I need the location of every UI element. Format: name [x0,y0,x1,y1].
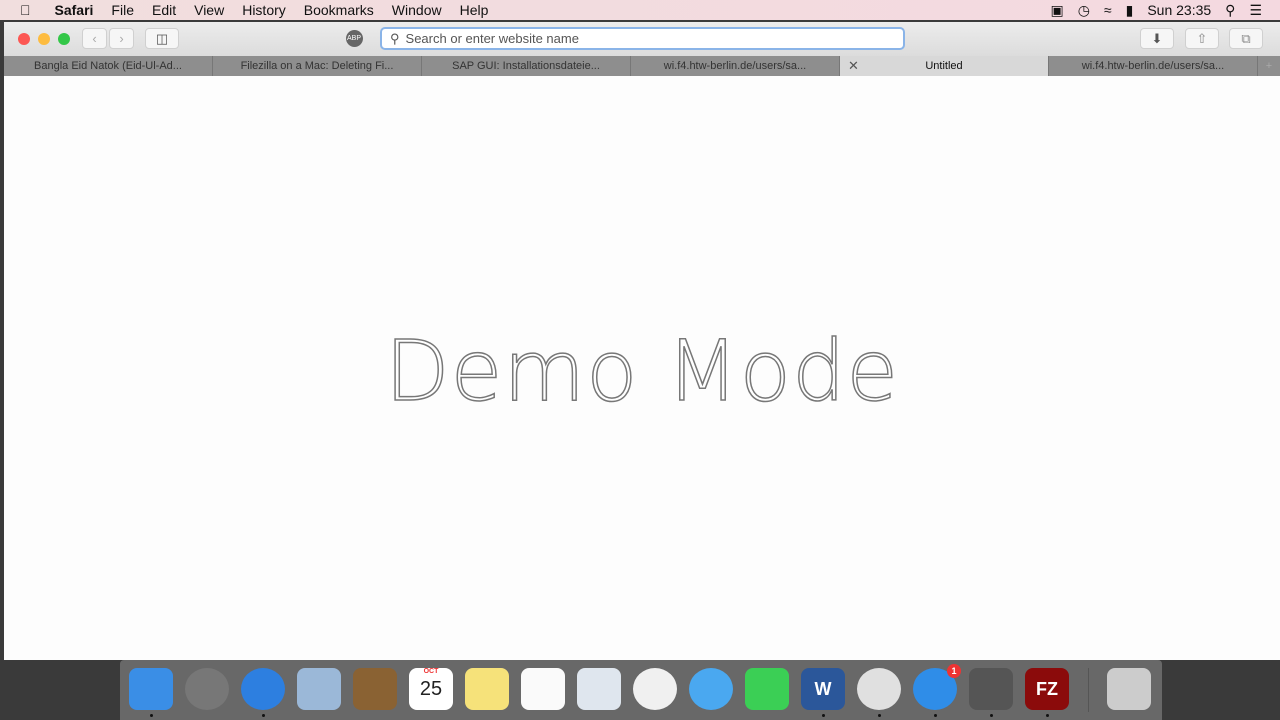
tab-bar: Bangla Eid Natok (Eid-Ul-Ad... Filezilla… [4,56,1280,76]
dock-icon-label: W [814,678,832,699]
tab-label: wi.f4.htw-berlin.de/users/sa... [1081,60,1225,72]
tab-label: SAP GUI: Installationsdateie... [452,60,600,72]
tabs-overview-icon[interactable]: ⧉ [1229,28,1263,49]
dock-icon-label: 25 [419,677,443,700]
close-window-button[interactable] [18,33,30,45]
dock-contacts-icon[interactable] [353,668,397,710]
running-indicator [934,714,937,717]
running-indicator [990,714,993,717]
back-button[interactable]: ‹ [82,28,107,49]
dock-messages-icon[interactable] [689,668,733,710]
menu-window[interactable]: Window [392,2,442,18]
dock-launchpad-icon[interactable] [185,668,229,710]
dock-finder-icon[interactable] [129,668,173,710]
dock-mail-icon[interactable] [297,668,341,710]
battery-icon[interactable]: ▮ [1126,2,1134,19]
forward-button[interactable]: › [109,28,134,49]
dock-reminders-icon[interactable] [521,668,565,710]
dock-word-icon[interactable]: W [801,668,845,710]
tab-label: Bangla Eid Natok (Eid-Ul-Ad... [34,60,182,72]
dock-facetime-icon[interactable] [745,668,789,710]
dock-notes-icon[interactable] [465,668,509,710]
adblock-button[interactable]: ABP [339,28,369,49]
menu-bookmarks[interactable]: Bookmarks [304,2,374,18]
menu-bar:  Safari File Edit View History Bookmark… [0,0,1280,20]
notification-center-icon[interactable]: ☰ [1249,2,1262,19]
screen-record-icon[interactable]: ▣ [1050,2,1063,19]
dock-filezilla-icon[interactable]: FZ [1025,668,1069,710]
menu-history[interactable]: History [242,2,286,18]
time-machine-icon[interactable]: ◷ [1078,2,1090,19]
url-field[interactable]: ⚲ Search or enter website name [380,27,905,50]
tab[interactable]: wi.f4.htw-berlin.de/users/sa... [631,56,840,76]
menu-view[interactable]: View [194,2,224,18]
notification-badge: 1 [947,664,961,678]
demo-mode-text: Demo Mode [384,321,900,421]
zoom-window-button[interactable] [58,33,70,45]
toolbar: ‹ › ◫ ABP ⚲ Search or enter website name… [4,22,1280,56]
running-indicator [262,714,265,717]
tab-active[interactable]: ✕ Untitled [840,56,1049,76]
running-indicator [878,714,881,717]
dock-app-store-icon[interactable]: 1 [913,664,961,710]
tab[interactable]: Filezilla on a Mac: Deleting Fi... [213,56,422,76]
tab-label: Filezilla on a Mac: Deleting Fi... [240,60,394,72]
dock-system-preferences-icon[interactable] [969,668,1013,710]
menu-file[interactable]: File [111,2,134,18]
dock-separator [1088,668,1089,712]
new-tab-button[interactable]: + [1258,56,1280,76]
search-icon: ⚲ [390,30,400,46]
tab-label: wi.f4.htw-berlin.de/users/sa... [663,60,807,72]
dock-icon-label: FZ [1036,678,1058,699]
tab-label: Untitled [925,60,963,72]
clock[interactable]: Sun 23:35 [1147,2,1211,18]
dock-photos-icon[interactable] [633,668,677,710]
running-indicator [1046,714,1049,717]
tab[interactable]: SAP GUI: Installationsdateie... [422,56,631,76]
running-indicator [822,714,825,717]
calendar-month: OCT [423,668,439,675]
dock-safari-icon[interactable] [241,668,285,710]
tab[interactable]: Bangla Eid Natok (Eid-Ul-Ad... [4,56,213,76]
menu-app[interactable]: Safari [55,2,94,18]
spotlight-icon[interactable]: ⚲ [1225,2,1235,19]
sidebar-toggle-icon[interactable]: ◫ [145,28,179,49]
wifi-icon[interactable]: ≈ [1104,2,1112,18]
menu-help[interactable]: Help [460,2,489,18]
adblock-icon: ABP [345,30,363,47]
url-placeholder: Search or enter website name [405,31,579,46]
close-tab-icon[interactable]: ✕ [848,58,859,74]
dock-calendar-icon[interactable]: 25 OCT [409,668,453,710]
safari-window: ‹ › ◫ ABP ⚲ Search or enter website name… [4,22,1280,660]
downloads-icon[interactable]: ⬇ [1140,28,1174,49]
share-icon[interactable]: ⇧ [1185,28,1219,49]
dock-chrome-icon[interactable] [857,668,901,710]
running-indicator [150,714,153,717]
tab[interactable]: wi.f4.htw-berlin.de/users/sa... [1049,56,1258,76]
menu-edit[interactable]: Edit [152,2,176,18]
dock-preview-icon[interactable] [577,668,621,710]
dock: 25 OCT W 1 FZ [120,660,1162,720]
apple-icon[interactable]:  [20,2,31,18]
minimize-window-button[interactable] [38,33,50,45]
dock-trash-icon[interactable] [1107,668,1151,710]
